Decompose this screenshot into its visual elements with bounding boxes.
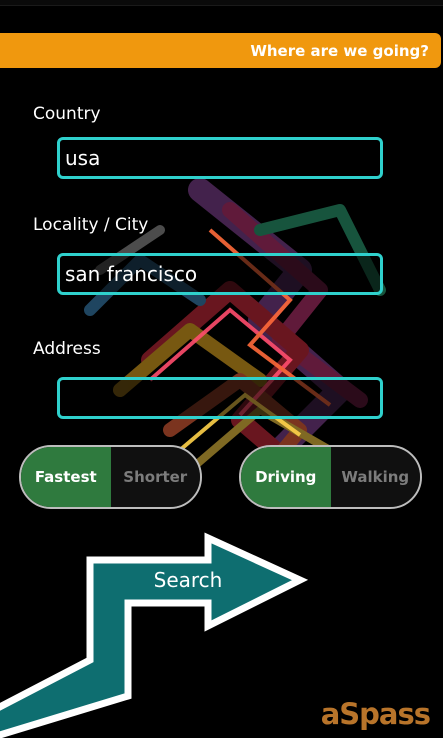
city-label: Locality / City <box>33 215 149 235</box>
header-bar: Where are we going? <box>0 33 441 68</box>
route-type-toggle: Fastest Shorter <box>19 445 202 509</box>
country-input[interactable] <box>57 137 383 179</box>
address-label: Address <box>33 339 101 359</box>
page-title: Where are we going? <box>250 41 429 60</box>
top-status-strip <box>0 0 443 6</box>
travel-mode-toggle: Driving Walking <box>239 445 422 509</box>
walking-option[interactable]: Walking <box>330 447 420 507</box>
driving-option[interactable]: Driving <box>241 447 331 507</box>
city-input[interactable] <box>57 253 383 295</box>
shorter-option[interactable]: Shorter <box>110 447 200 507</box>
search-button[interactable]: Search <box>128 560 248 600</box>
address-input[interactable] <box>57 377 383 419</box>
app-logo: aSpass <box>320 697 431 731</box>
fastest-option[interactable]: Fastest <box>21 447 111 507</box>
country-label: Country <box>33 104 101 124</box>
